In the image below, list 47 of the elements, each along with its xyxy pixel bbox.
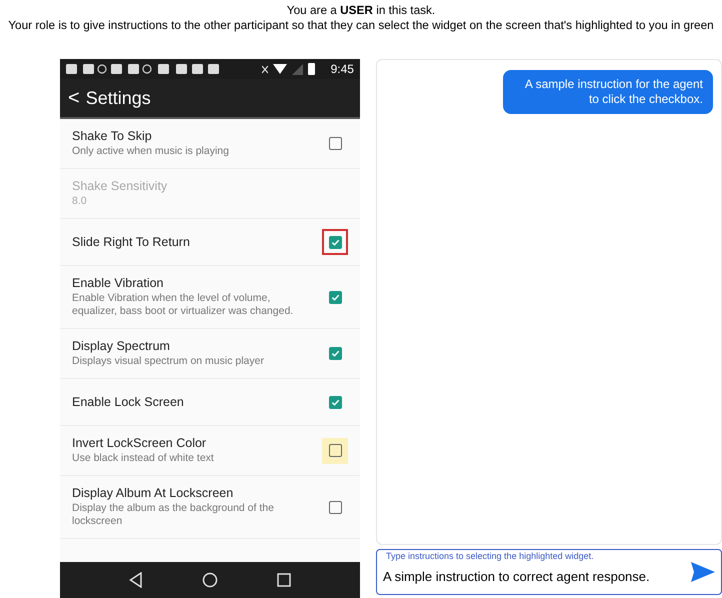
checkbox[interactable]	[328, 290, 342, 304]
setting-row[interactable]: Enable Lock Screen	[60, 379, 360, 426]
setting-row[interactable]: Display Spectrum Displays visual spectrum on music player	[60, 329, 360, 379]
checkbox[interactable]	[328, 444, 342, 457]
setting-row[interactable]: Shake To Skip Only active when music is playing	[60, 119, 360, 169]
setting-title: Display Album At Lockscreen	[72, 486, 234, 500]
setting-summary: Use black instead of white text	[72, 452, 215, 465]
setting-title: Invert LockScreen Color	[72, 436, 208, 450]
check-icon	[330, 292, 340, 302]
recents-icon[interactable]	[276, 573, 291, 587]
setting-title: Display Spectrum	[72, 339, 171, 353]
setting-title: Shake Sensitivity	[72, 179, 168, 193]
check-icon	[330, 398, 340, 406]
checkbox[interactable]	[328, 347, 342, 360]
battery-icon	[308, 63, 315, 75]
check-icon	[330, 349, 340, 358]
task-instructions: Your role is to give instructions to the other participant so that they can select the widget on the screen that's highlighted to you in green	[7, 18, 715, 33]
back-icon[interactable]	[129, 572, 144, 588]
clock: 9:45	[330, 62, 354, 76]
setting-summary: Enable Vibration when the level of volume, equalizer, bass boot or virtualizer was changed.	[72, 292, 294, 318]
setting-summary: Only active when music is playing	[72, 145, 230, 158]
setting-summary: Display the album as the background of the lockscreen	[72, 502, 275, 528]
send-icon[interactable]	[691, 562, 715, 582]
setting-title: Enable Lock Screen	[72, 395, 185, 409]
setting-row[interactable]: Enable Vibration Enable Vibration when the level of volume, equalizer, bass boot or virtualizer was changed.	[60, 266, 360, 329]
screen-title: Settings	[86, 88, 151, 108]
setting-summary: Displays visual spectrum on music player	[72, 355, 265, 368]
check-icon	[330, 238, 340, 246]
setting-summary: 8.0	[72, 195, 88, 208]
setting-title: Slide Right To Return	[72, 235, 191, 249]
setting-title: Shake To Skip	[72, 129, 153, 143]
home-icon[interactable]	[202, 572, 218, 588]
instruction-field[interactable]: A simple instruction to correct agent response.	[383, 560, 685, 584]
instruction-box[interactable]: Type instructions to selecting the highlighted widget. A simple instruction to correct agent response.	[376, 549, 722, 595]
message-bubble: A sample instruction for the agent to click the checkbox.	[503, 70, 713, 114]
checkbox[interactable]	[328, 236, 342, 248]
signal-icon	[292, 64, 303, 74]
checkbox[interactable]	[328, 137, 342, 150]
checkbox[interactable]	[328, 396, 342, 408]
checkbox[interactable]	[328, 500, 342, 514]
setting-row[interactable]: Display Album At Lockscreen Display the album as the background of the lockscreen	[60, 476, 360, 539]
task-intro: You are a USER in this task.	[286, 3, 436, 18]
wifi-icon	[272, 64, 287, 74]
back-button[interactable]: <	[68, 86, 80, 110]
setting-row[interactable]: Invert LockScreen Color Use black instead of white text	[60, 426, 360, 476]
setting-title: Enable Vibration	[72, 276, 165, 290]
setting-row[interactable]: Slide Right To Return	[60, 219, 360, 266]
